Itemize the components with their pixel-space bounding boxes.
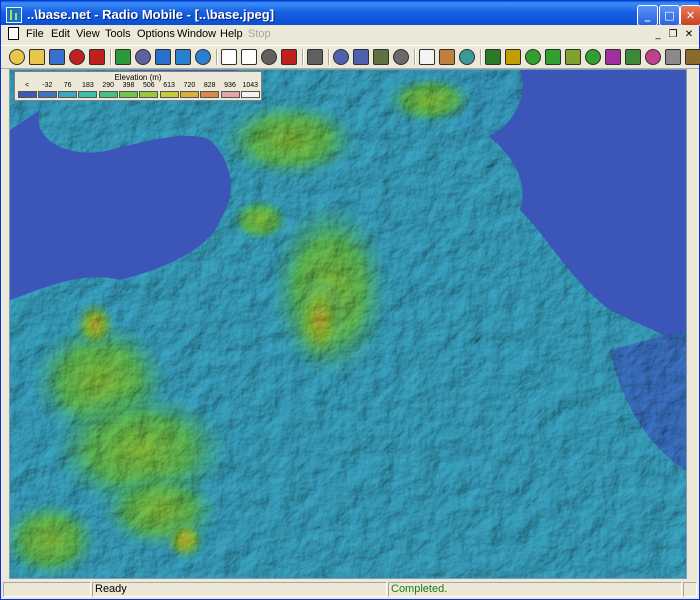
settings-icon[interactable] [665, 49, 681, 65]
frame-icon[interactable] [419, 49, 435, 65]
exit-icon[interactable] [685, 49, 700, 65]
menu-options[interactable]: Options [137, 28, 175, 40]
toolbar-separator [328, 49, 330, 65]
mdi-restore-button[interactable]: ❐ [666, 28, 680, 41]
legend-label: -32 [42, 82, 53, 89]
legend-swatch [58, 91, 78, 98]
close-button[interactable]: ✕ [680, 5, 700, 26]
menu-tools[interactable]: Tools [105, 28, 131, 40]
back-icon[interactable] [175, 49, 191, 65]
status-completed: Completed. [388, 582, 682, 597]
forward-icon[interactable] [195, 49, 211, 65]
toolbar-separator [414, 49, 416, 65]
legend-swatch [78, 91, 98, 98]
route-icon[interactable] [565, 49, 581, 65]
menu-file[interactable]: File [26, 28, 44, 40]
legend-label: 720 [183, 82, 196, 89]
export-icon[interactable] [241, 49, 257, 65]
network-icon[interactable] [373, 49, 389, 65]
legend-label: 290 [102, 82, 115, 89]
toolbar-separator [110, 49, 112, 65]
window-title: ..\base.net - Radio Mobile - [..\base.jp… [27, 7, 275, 22]
toolbar-separator [302, 49, 304, 65]
properties-icon[interactable] [393, 49, 409, 65]
toolbar-separator [216, 49, 218, 65]
elevation-legend: Elevation (m) < -32 76 183 290 398 506 613 720 82… [14, 71, 262, 101]
open-icon[interactable] [29, 49, 45, 65]
new-icon[interactable] [9, 49, 25, 65]
legend-swatch [200, 91, 220, 98]
legend-swatch [17, 91, 37, 98]
hills-icon[interactable] [605, 49, 621, 65]
menu-window[interactable]: Window [177, 28, 216, 40]
target-icon[interactable] [155, 49, 171, 65]
pick-icon[interactable] [89, 49, 105, 65]
legend-swatch [98, 91, 118, 98]
scan-icon[interactable] [585, 49, 601, 65]
legend-label: 506 [142, 82, 155, 89]
pdf-icon[interactable] [281, 49, 297, 65]
globe-icon[interactable] [115, 49, 131, 65]
size-grip[interactable] [683, 582, 697, 597]
menu-view[interactable]: View [76, 28, 100, 40]
disk-icon[interactable] [261, 49, 277, 65]
zoom-icon[interactable] [459, 49, 475, 65]
paste-icon[interactable] [353, 49, 369, 65]
menu-bar: File Edit View Tools Options Window Help… [1, 25, 699, 45]
legend-swatch [119, 91, 138, 98]
wave-icon[interactable] [645, 49, 661, 65]
mdi-minimize-button[interactable]: _ [651, 28, 665, 41]
minimize-button[interactable]: _ [637, 5, 658, 26]
legend-swatch [139, 91, 159, 98]
legend-label: < [24, 82, 30, 89]
legend-title: Elevation (m) [114, 73, 162, 82]
legend-label: 613 [163, 82, 175, 89]
menu-edit[interactable]: Edit [51, 28, 70, 40]
menu-stop[interactable]: Stop [248, 28, 271, 40]
toolbar [1, 45, 700, 69]
terrain-image [10, 70, 686, 578]
radio-link-icon[interactable] [505, 49, 521, 65]
status-ready: Ready [92, 582, 387, 597]
legend-swatch [220, 91, 240, 98]
elevation-map[interactable] [9, 69, 687, 579]
antenna-icon[interactable] [485, 49, 501, 65]
status-bar: Ready Completed. [1, 581, 699, 599]
app-icon[interactable] [6, 7, 22, 23]
legend-label: 398 [122, 82, 135, 89]
mdi-close-button[interactable]: ✕ [682, 28, 696, 41]
status-pane-empty [3, 582, 91, 597]
menu-help[interactable]: Help [220, 28, 243, 40]
legend-label: 936 [224, 82, 236, 89]
legend-label: 183 [82, 82, 94, 89]
copy-icon[interactable] [333, 49, 349, 65]
maximize-button[interactable]: □ [659, 5, 680, 26]
legend-label: 76 [63, 82, 72, 89]
person-icon[interactable] [439, 49, 455, 65]
window-icon[interactable] [221, 49, 237, 65]
legend-swatch [179, 91, 199, 98]
print-icon[interactable] [307, 49, 323, 65]
document-icon[interactable] [8, 27, 19, 40]
app-window: ..\base.net - Radio Mobile - [..\base.jp… [0, 0, 700, 600]
coverage-icon[interactable] [525, 49, 541, 65]
legend-label: 828 [203, 82, 216, 89]
legend-swatch [37, 91, 57, 98]
cut-icon[interactable] [69, 49, 85, 65]
legend-swatch [159, 91, 179, 98]
toolbar-separator [480, 49, 482, 65]
map-icon[interactable] [135, 49, 151, 65]
legend-swatch [240, 91, 260, 98]
save-icon[interactable] [49, 49, 65, 65]
profile-icon[interactable] [625, 49, 641, 65]
polar-icon[interactable] [545, 49, 561, 65]
legend-label: 1043 [242, 82, 259, 89]
